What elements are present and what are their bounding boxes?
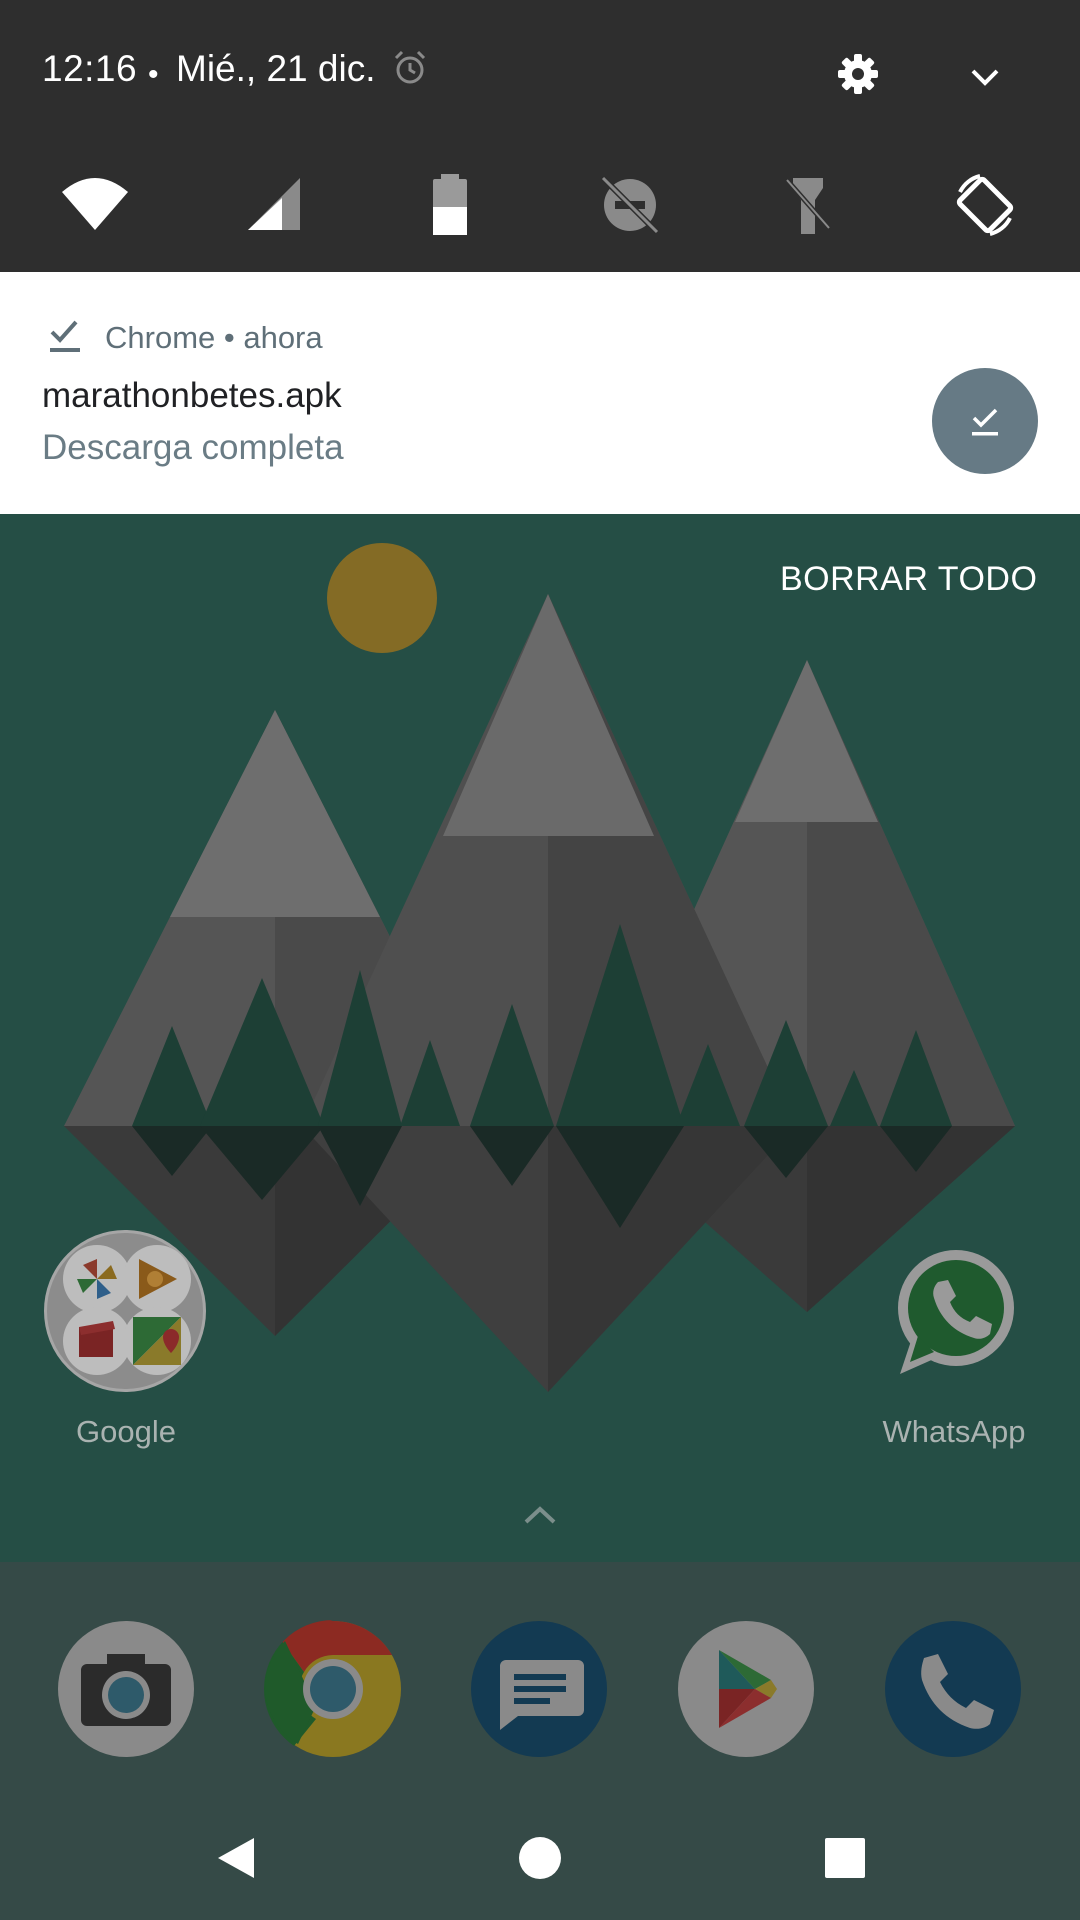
recents-icon[interactable] xyxy=(825,1838,865,1878)
google-folder-label: Google xyxy=(76,1414,176,1449)
date-text[interactable]: Mié., 21 dic. xyxy=(176,48,375,90)
notification-app-line: Chrome • ahora xyxy=(105,320,323,355)
back-icon[interactable] xyxy=(216,1836,256,1880)
maps-icon xyxy=(123,1307,191,1375)
dnd-off-icon[interactable] xyxy=(595,170,665,240)
download-done-icon xyxy=(50,320,80,352)
play-music-icon xyxy=(123,1245,191,1313)
whatsapp-icon[interactable] xyxy=(886,1244,1020,1378)
wifi-icon[interactable] xyxy=(60,170,130,240)
whatsapp-label: WhatsApp xyxy=(882,1414,1026,1449)
flashlight-icon[interactable] xyxy=(773,170,843,240)
battery-icon[interactable] xyxy=(415,170,485,240)
google-folder[interactable] xyxy=(44,1230,206,1392)
play-movies-icon xyxy=(63,1307,131,1375)
auto-rotate-icon[interactable] xyxy=(950,170,1020,240)
expand-chevron-icon[interactable] xyxy=(964,56,1006,98)
notification-open-button[interactable] xyxy=(932,368,1038,474)
app-drawer-chevron-icon[interactable] xyxy=(520,1500,560,1530)
sun-shape xyxy=(327,543,437,653)
photos-icon xyxy=(63,1245,131,1313)
quick-settings-panel: 12:16 • Mié., 21 dic. xyxy=(0,0,1080,272)
clock-time[interactable]: 12:16 xyxy=(42,48,137,90)
download-notification[interactable]: Chrome • ahora marathonbetes.apk Descarg… xyxy=(0,272,1080,514)
phone-icon[interactable] xyxy=(884,1620,1022,1758)
messages-icon[interactable] xyxy=(470,1620,608,1758)
download-done-icon xyxy=(972,408,998,436)
settings-gear-icon[interactable] xyxy=(834,50,882,98)
play-store-icon[interactable] xyxy=(677,1620,815,1758)
home-icon[interactable] xyxy=(519,1837,561,1879)
notification-subtitle: Descarga completa xyxy=(42,428,344,467)
camera-icon[interactable] xyxy=(57,1620,195,1758)
separator-dot: • xyxy=(148,58,159,91)
alarm-icon xyxy=(394,50,426,84)
chrome-icon[interactable] xyxy=(264,1620,402,1758)
notification-title: marathonbetes.apk xyxy=(42,376,342,415)
cell-signal-icon[interactable] xyxy=(242,170,312,240)
clear-all-button[interactable]: BORRAR TODO xyxy=(780,560,1037,599)
status-row: 12:16 • Mié., 21 dic. xyxy=(0,0,1080,140)
